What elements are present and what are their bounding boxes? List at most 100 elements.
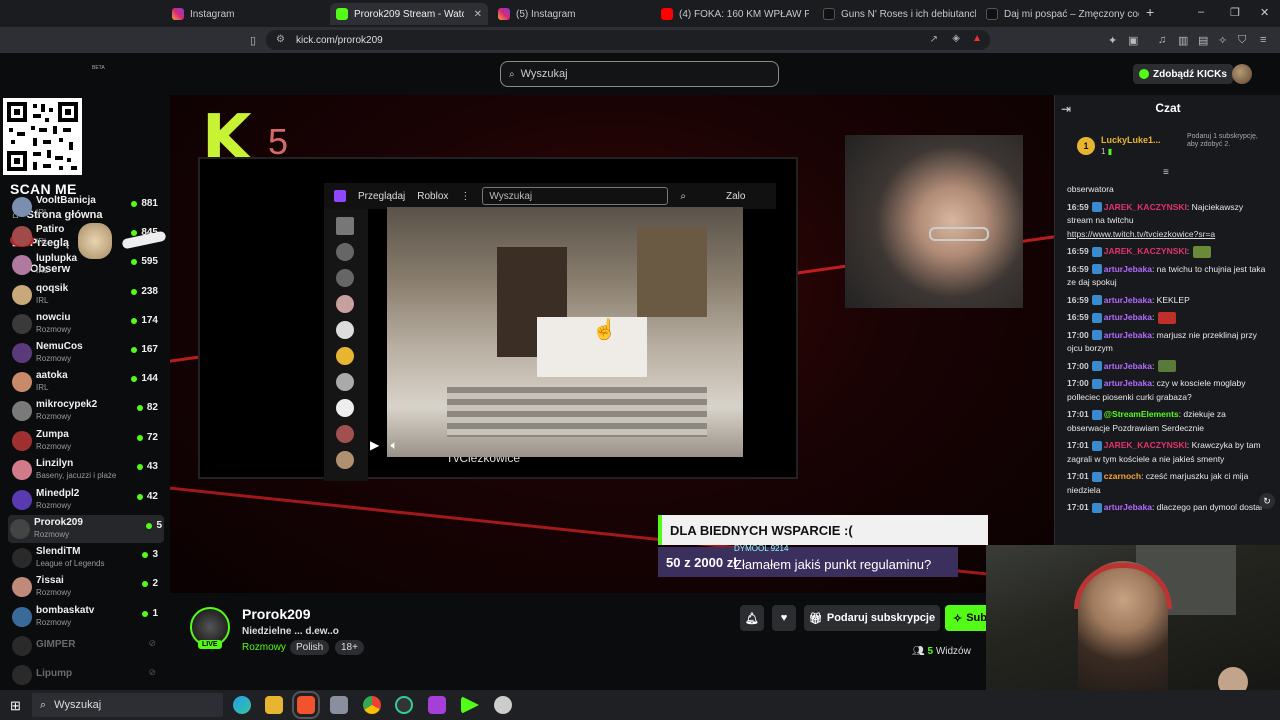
gifter-name[interactable]: LuckyLuke1... [1101,135,1161,145]
chat-username[interactable]: arturJebaka [1104,295,1152,305]
browser-tab[interactable]: (5) Instagram [492,3,652,25]
file-explorer-icon[interactable] [265,696,283,714]
kick-app-icon[interactable] [461,696,479,714]
chat-username[interactable]: JAREK_KACZYNSKI [1104,440,1187,450]
facecam-overlay [986,545,1280,690]
browser-tab[interactable]: Daj mi pospać – Zmęczony codzienn [980,3,1140,25]
url-field[interactable]: ⚙ kick.com/prorok209 ↗ ◈ ▲ [266,30,990,50]
maximize-button[interactable]: ❐ [1230,6,1240,19]
chat-username[interactable]: JAREK_KACZYNSKI [1104,202,1187,212]
user-avatar[interactable] [1232,64,1252,84]
chat-username[interactable]: arturJebaka [1104,264,1152,274]
chat-username[interactable]: @StreamElements [1104,409,1179,419]
follow-button[interactable]: ♥ [772,605,796,631]
browser-tab[interactable]: (4) FOKA: 160 KM WPŁAW PRZEZ BA [655,3,810,25]
user-badge-icon [1091,312,1102,323]
chat-username[interactable]: czarnoch [1104,471,1141,481]
sidebar-channel-item[interactable]: GIMPER ⊘ [10,632,160,660]
sidebar-channel-item[interactable]: Zumpa Rozmowy 72 [10,427,160,455]
notification-bell-button[interactable]: 🔔︎ [740,605,764,631]
channel-avatar [12,490,32,510]
store-icon[interactable] [330,696,348,714]
brave-rewards-icon[interactable]: ▲ [972,33,982,44]
sidebar-channel-item[interactable]: qoqsik IRL 238 [10,281,160,309]
channel-category: IRL [36,208,49,217]
kicks-icon [1139,69,1149,79]
chrome-icon[interactable] [363,696,381,714]
media-icon[interactable]: ♫ [1158,34,1166,46]
sidebar-channel-item[interactable]: VooltBanicja IRL 881 [10,193,160,221]
leo-icon[interactable]: ✧ [1218,34,1227,47]
shield-icon[interactable]: ◈ [952,33,960,44]
app2-icon[interactable] [494,696,512,714]
channel-name[interactable]: Prorok209 [242,606,310,622]
channel-viewers-number: 42 [146,491,158,502]
app-icon[interactable] [428,696,446,714]
sidebar-channel-item[interactable]: aatoka IRL 144 [10,368,160,396]
channel-category: Rozmowy [36,354,72,363]
search-input[interactable]: ⌕ Wyszukaj [500,61,779,87]
sidebar-toggle-icon[interactable]: ▥ [1178,34,1188,47]
sidebar-channel-item[interactable]: Patiro IRL 845 [10,222,160,250]
browser-tab-active[interactable]: Prorok209 Stream - Watch Li ✕ [330,3,488,25]
taskbar-search[interactable]: ⌕ Wyszukaj [32,693,223,717]
close-window-button[interactable]: ✕ [1260,6,1269,19]
scroll-to-bottom-button[interactable]: ↻ [1259,493,1275,509]
sidebar-channel-item[interactable]: SlendiTM League of Legends 3 [10,544,160,572]
menu-icon[interactable]: ≡ [1260,34,1266,46]
sidebar-channel-item[interactable]: Lipump ⊘ [10,661,160,689]
sidebar-channel-item[interactable]: mikrocypek2 Rozmowy 82 [10,397,160,425]
chat-text: : [1151,360,1155,371]
sidebar-channel-item[interactable]: 7issai Rozmowy 2 [10,573,160,601]
browser-tab[interactable]: Guns N' Roses i ich debiutancki albu [817,3,977,25]
stream-category[interactable]: Rozmowy [242,642,286,653]
sidebar-channel-item[interactable]: luplupka IRL 595 [10,251,160,279]
pinned-toggle-icon[interactable]: ≡ [1163,167,1169,178]
edge-icon[interactable] [233,696,251,714]
user-badge-icon [1091,330,1102,341]
sidebar-channel-item[interactable]: bombaskatv Rozmowy 1 [10,603,160,631]
sidebar-channel-item[interactable]: Prorok209 Rozmowy 5 [8,515,164,543]
inner-search: Wyszukaj [482,187,669,205]
streamer-webcam [845,135,1023,308]
tag-language[interactable]: Polish [290,640,330,655]
chat-username[interactable]: JAREK_KACZYNSKI [1104,246,1187,256]
sidebar-channel-item[interactable]: NemuCos Rozmowy 167 [10,339,160,367]
extensions-icon[interactable]: ✦ [1108,34,1117,47]
minimize-button[interactable]: – [1198,6,1204,18]
close-tab-icon[interactable]: ✕ [474,9,482,20]
video-player[interactable]: K 5 Przeglądaj Roblox ⋮ Wyszukaj ⌕ Zalo … [170,95,1054,593]
get-kicks-button[interactable]: Zdobądź KICKs [1133,64,1233,84]
user-badge-icon [1091,440,1102,451]
sidebar-channel-item[interactable]: Linzilyn Baseny, jacuzzi i plaże 43 [10,456,160,484]
site-info-icon[interactable]: ⚙ [276,34,285,45]
wallet2-icon[interactable]: ▤ [1198,34,1208,47]
obs-icon[interactable] [395,696,413,714]
wallet-icon[interactable]: ▣ [1128,34,1138,47]
tab-label: Daj mi pospać – Zmęczony codzienn [1004,8,1139,20]
chat-username[interactable]: arturJebaka [1104,312,1152,322]
new-tab-button[interactable]: + [1146,4,1154,20]
windows-start-icon[interactable]: ⊞ [10,698,21,714]
browser-tab[interactable]: Instagram [166,3,326,25]
inner-player-controls: ▶ 🔈︎ [370,438,398,453]
live-dot-icon [142,580,149,587]
brave-icon[interactable] [292,691,320,719]
inner-kick-header: Przeglądaj Roblox ⋮ Wyszukaj ⌕ Zalo [324,183,776,209]
tag-mature[interactable]: 18+ [335,640,364,655]
chat-username[interactable]: arturJebaka [1104,502,1152,512]
sidebar-channel-item[interactable]: nowciu Rozmowy 174 [10,310,160,338]
sidebar-channel-item[interactable]: Minedpl2 Rozmowy 42 [10,486,160,514]
gift-subscription-button[interactable]: 🎁︎ Podaruj subskrypcje [804,605,940,631]
chat-username[interactable]: arturJebaka [1104,330,1152,340]
live-dot-icon [136,493,143,500]
channel-category: IRL [36,237,49,246]
share-icon[interactable]: ↗ [930,34,938,45]
chat-timestamp: 17:01 [1067,409,1089,419]
chat-username[interactable]: arturJebaka [1104,361,1152,371]
bookmark-icon[interactable]: ▯ [250,34,256,47]
chat-username[interactable]: arturJebaka [1104,378,1152,388]
chat-timestamp: 17:01 [1067,502,1089,512]
chat-link[interactable]: https://www.twitch.tv/tvciezkowice?sr=a [1067,229,1215,239]
vpn-icon[interactable]: ⛉ [1238,34,1246,47]
